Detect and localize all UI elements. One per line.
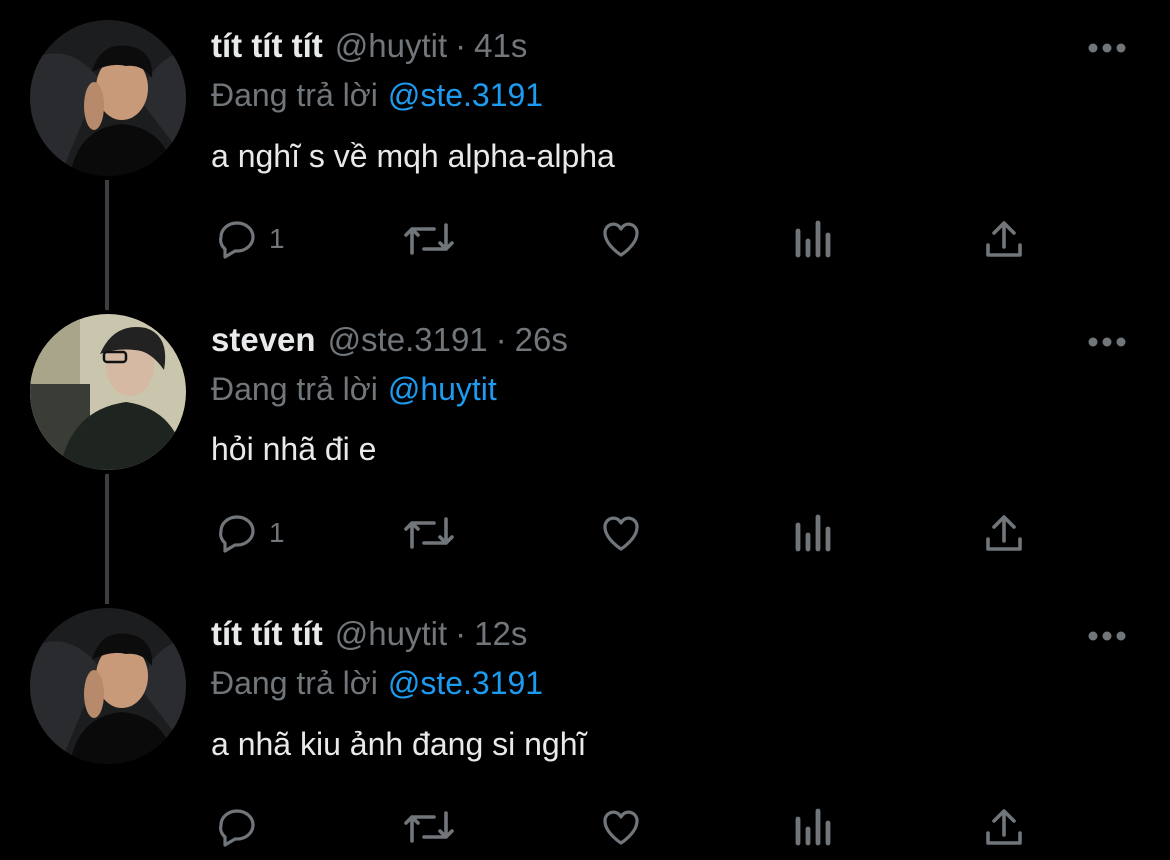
share-icon xyxy=(986,809,1022,845)
like-icon xyxy=(603,810,639,845)
tweet-header: tít tít tít @huytit · 12s xyxy=(211,615,527,655)
retweet-icon xyxy=(404,811,454,843)
tweet-text: a nhã kiu ảnh đang si nghĩ xyxy=(211,726,587,762)
replying-to: Đang trả lời @huytit xyxy=(211,371,497,408)
analytics-button[interactable] xyxy=(792,799,834,855)
retweet-icon xyxy=(404,517,454,549)
timestamp[interactable]: 12s xyxy=(474,615,527,653)
mention-link[interactable]: @ste.3191 xyxy=(388,77,543,113)
share-button[interactable] xyxy=(982,211,1026,267)
action-bar: 1 xyxy=(0,505,1170,561)
analytics-button[interactable] xyxy=(792,211,834,267)
share-button[interactable] xyxy=(982,799,1026,855)
reply-icon xyxy=(219,809,255,847)
user-handle[interactable]: @huytit xyxy=(335,27,447,65)
action-bar xyxy=(0,799,1170,855)
replying-to: Đang trả lời @ste.3191 xyxy=(211,665,543,702)
retweet-button[interactable] xyxy=(400,505,458,561)
analytics-icon xyxy=(795,220,831,258)
more-icon[interactable] xyxy=(1085,332,1129,352)
analytics-icon xyxy=(795,514,831,552)
tweet[interactable]: steven @ste.3191 · 26s Đang trả lời @huyt… xyxy=(0,294,1170,584)
more-icon[interactable] xyxy=(1085,38,1129,58)
reply-icon xyxy=(219,221,255,259)
user-handle[interactable]: @ste.3191 xyxy=(328,321,488,359)
like-icon xyxy=(603,516,639,551)
tweet-header: steven @ste.3191 · 26s xyxy=(211,321,568,361)
tweet-text: a nghĩ s về mqh alpha-alpha xyxy=(211,138,615,174)
tweet-text: hỏi nhã đi e xyxy=(211,431,377,467)
reply-button[interactable] xyxy=(213,799,261,855)
analytics-icon xyxy=(795,808,831,846)
user-handle[interactable]: @huytit xyxy=(335,615,447,653)
retweet-icon xyxy=(404,223,454,255)
replying-to: Đang trả lời @ste.3191 xyxy=(211,77,543,114)
reply-icon xyxy=(219,515,255,553)
reply-button[interactable]: 1 xyxy=(213,505,285,561)
tweet[interactable]: tít tít tít @huytit · 12s Đang trả lời @s… xyxy=(0,588,1170,860)
mention-link[interactable]: @huytit xyxy=(388,371,497,407)
mention-link[interactable]: @ste.3191 xyxy=(388,665,543,701)
display-name[interactable]: tít tít tít xyxy=(211,615,323,653)
share-icon xyxy=(986,515,1022,551)
replying-to-label: Đang trả lời xyxy=(211,665,378,701)
reply-button[interactable]: 1 xyxy=(213,211,285,267)
separator-dot: · xyxy=(455,615,467,652)
like-button[interactable] xyxy=(596,505,646,561)
avatar[interactable] xyxy=(30,608,186,764)
tweet[interactable]: tít tít tít @huytit · 41s Đang trả lời @s… xyxy=(0,0,1170,290)
reply-count: 1 xyxy=(269,223,285,254)
tweet-header: tít tít tít @huytit · 41s xyxy=(211,27,527,67)
avatar[interactable] xyxy=(30,20,186,176)
reply-count: 1 xyxy=(269,517,285,548)
like-button[interactable] xyxy=(596,211,646,267)
action-bar: 1 xyxy=(0,211,1170,267)
like-icon xyxy=(603,222,639,257)
timestamp[interactable]: 26s xyxy=(515,321,568,359)
replying-to-label: Đang trả lời xyxy=(211,77,378,113)
share-button[interactable] xyxy=(982,505,1026,561)
share-icon xyxy=(986,221,1022,257)
display-name[interactable]: steven xyxy=(211,321,316,359)
retweet-button[interactable] xyxy=(400,799,458,855)
analytics-button[interactable] xyxy=(792,505,834,561)
like-button[interactable] xyxy=(596,799,646,855)
display-name[interactable]: tít tít tít xyxy=(211,27,323,65)
retweet-button[interactable] xyxy=(400,211,458,267)
separator-dot: · xyxy=(455,27,467,64)
avatar[interactable] xyxy=(30,314,186,470)
more-icon[interactable] xyxy=(1085,626,1129,646)
timestamp[interactable]: 41s xyxy=(474,27,527,65)
separator-dot: · xyxy=(495,321,507,358)
replying-to-label: Đang trả lời xyxy=(211,371,378,407)
